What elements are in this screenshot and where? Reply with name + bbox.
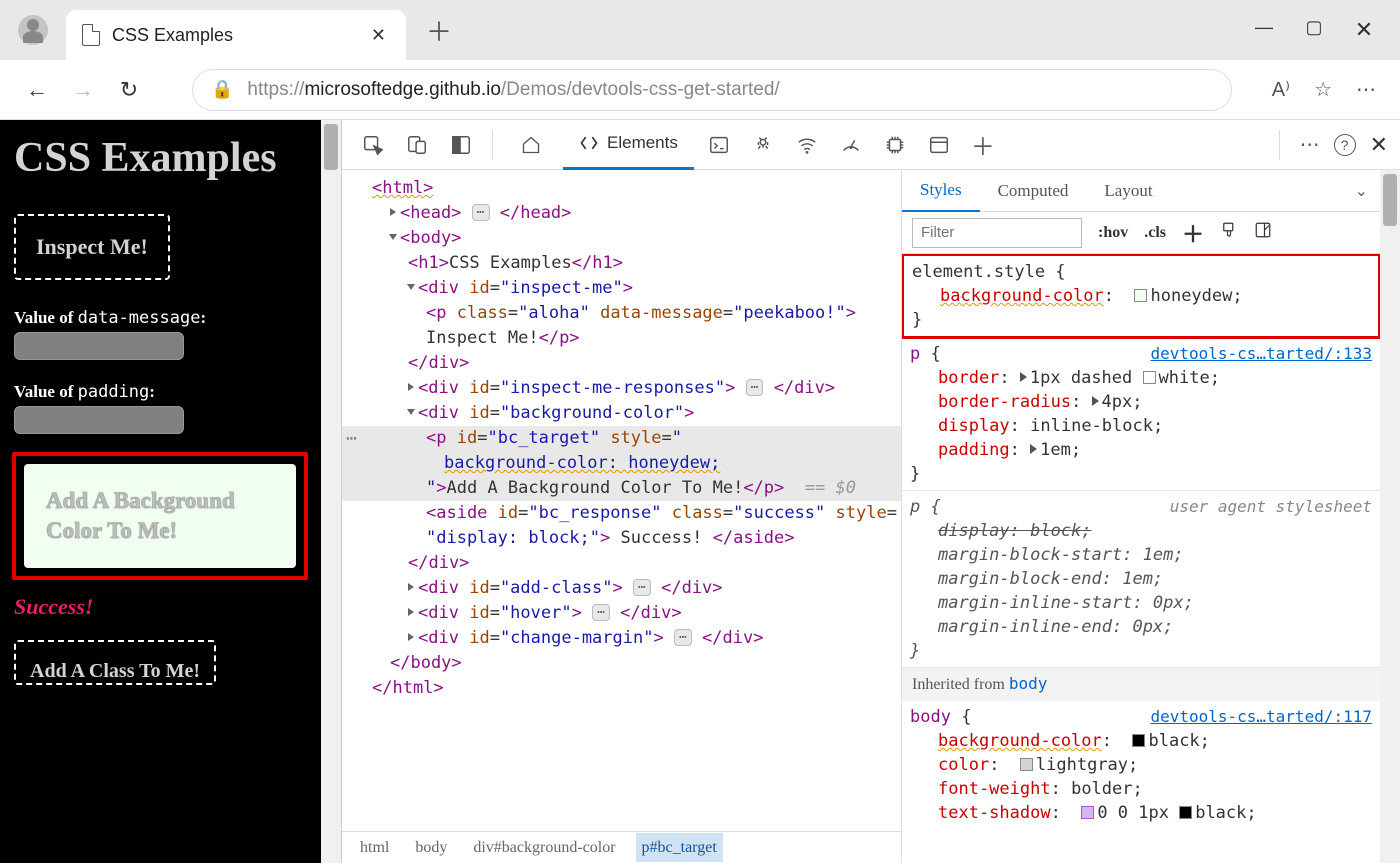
source-link[interactable]: devtools-cs…tarted/:133 <box>1150 342 1372 366</box>
tab-close-button[interactable]: ✕ <box>367 25 390 46</box>
forward-button[interactable]: → <box>70 77 96 103</box>
inherited-from-label: Inherited from body <box>902 668 1380 701</box>
favorite-icon[interactable]: ☆ <box>1314 77 1332 102</box>
console-tab-button[interactable] <box>700 126 738 164</box>
p-ua-rule[interactable]: user agent stylesheet p { display: block… <box>902 491 1380 668</box>
browser-tab[interactable]: CSS Examples ✕ <box>66 10 406 60</box>
more-tabs-button[interactable]: ＋ <box>964 126 1002 164</box>
breadcrumb-body[interactable]: body <box>409 833 453 862</box>
profile-avatar[interactable] <box>18 15 48 45</box>
network-tab-button[interactable] <box>788 126 826 164</box>
success-label: Success! <box>14 594 307 620</box>
body-rule[interactable]: devtools-cs…tarted/:117 body { backgroun… <box>902 701 1380 829</box>
bc-target-element[interactable]: Add A Background Color To Me! <box>24 464 296 568</box>
more-menu-button[interactable]: ⋯ <box>1356 77 1376 102</box>
inspect-element-button[interactable] <box>354 126 392 164</box>
p-rule[interactable]: devtools-cs…tarted/:133 p { border: 1px … <box>902 338 1380 491</box>
window-minimize-button[interactable]: ― <box>1254 17 1274 43</box>
computed-tab[interactable]: Computed <box>980 170 1087 212</box>
selected-element-highlight: Add A Background Color To Me! <box>12 452 308 580</box>
read-aloud-icon[interactable]: A⁾ <box>1272 77 1290 102</box>
inspect-me-box[interactable]: Inspect Me! <box>14 214 170 280</box>
styles-tab[interactable]: Styles <box>902 170 980 212</box>
paint-brush-icon[interactable] <box>1220 221 1238 244</box>
breadcrumb-p[interactable]: p#bc_target <box>636 833 723 862</box>
tab-title: CSS Examples <box>112 25 355 46</box>
application-tab-button[interactable] <box>920 126 958 164</box>
performance-tab-button[interactable] <box>832 126 870 164</box>
source-link-2[interactable]: devtools-cs…tarted/:117 <box>1150 705 1372 729</box>
padding-input[interactable] <box>14 406 184 434</box>
computed-sidebar-icon[interactable] <box>1254 221 1272 244</box>
dock-button[interactable] <box>442 126 480 164</box>
devtools-help-button[interactable]: ? <box>1334 134 1356 156</box>
devtools-panel: Elements ＋ ⋯ ? ✕ <html> <head> ⋯ </head> <box>342 120 1400 863</box>
add-class-box[interactable]: Add A Class To Me! <box>14 640 216 685</box>
lock-icon: 🔒 <box>211 79 233 100</box>
breadcrumb-html[interactable]: html <box>354 833 395 862</box>
layout-tab[interactable]: Layout <box>1086 170 1170 212</box>
data-message-input[interactable] <box>14 332 184 360</box>
back-button[interactable]: ← <box>24 77 50 103</box>
window-close-button[interactable]: ✕ <box>1354 17 1374 43</box>
url-text: https://microsoftedge.github.io/Demos/de… <box>247 79 779 101</box>
padding-label: Value of padding: <box>14 382 307 402</box>
devtools-more-button[interactable]: ⋯ <box>1300 132 1320 157</box>
dom-tree[interactable]: <html> <head> ⋯ </head> <body> <h1>CSS E… <box>342 170 901 831</box>
url-bar[interactable]: 🔒 https://microsoftedge.github.io/Demos/… <box>192 69 1232 111</box>
breadcrumb[interactable]: html body div#background-color p#bc_targ… <box>342 831 901 863</box>
styles-scrollbar[interactable] <box>1380 170 1400 863</box>
devtools-close-button[interactable]: ✕ <box>1370 132 1388 158</box>
selected-dom-node[interactable]: ⋯<p id="bc_target" style=" <box>342 426 901 451</box>
data-message-label: Value of data-message: <box>14 308 307 328</box>
reload-button[interactable]: ↻ <box>116 77 142 103</box>
styles-filter-input[interactable] <box>912 218 1082 248</box>
styles-rules-list[interactable]: element.style { background-color: honeyd… <box>902 254 1380 863</box>
device-toggle-button[interactable] <box>398 126 436 164</box>
new-tab-button[interactable]: ＋ <box>426 12 452 49</box>
preview-scrollbar[interactable] <box>321 120 341 863</box>
page-title: CSS Examples <box>14 134 307 182</box>
elements-tab[interactable]: Elements <box>563 120 694 170</box>
new-rule-button[interactable]: ＋ <box>1182 217 1204 249</box>
breadcrumb-div[interactable]: div#background-color <box>467 833 621 862</box>
welcome-tab[interactable] <box>505 120 557 170</box>
hov-toggle[interactable]: :hov <box>1098 224 1128 242</box>
element-style-rule[interactable]: element.style { background-color: honeyd… <box>902 254 1380 339</box>
memory-tab-button[interactable] <box>876 126 914 164</box>
cls-toggle[interactable]: .cls <box>1144 224 1166 242</box>
window-maximize-button[interactable]: ▢ <box>1304 17 1324 43</box>
sources-tab-button[interactable] <box>744 126 782 164</box>
page-icon <box>82 24 100 46</box>
expand-chevron-icon[interactable]: ⌄ <box>1355 181 1368 201</box>
page-preview[interactable]: CSS Examples Inspect Me! Value of data-m… <box>0 120 321 863</box>
